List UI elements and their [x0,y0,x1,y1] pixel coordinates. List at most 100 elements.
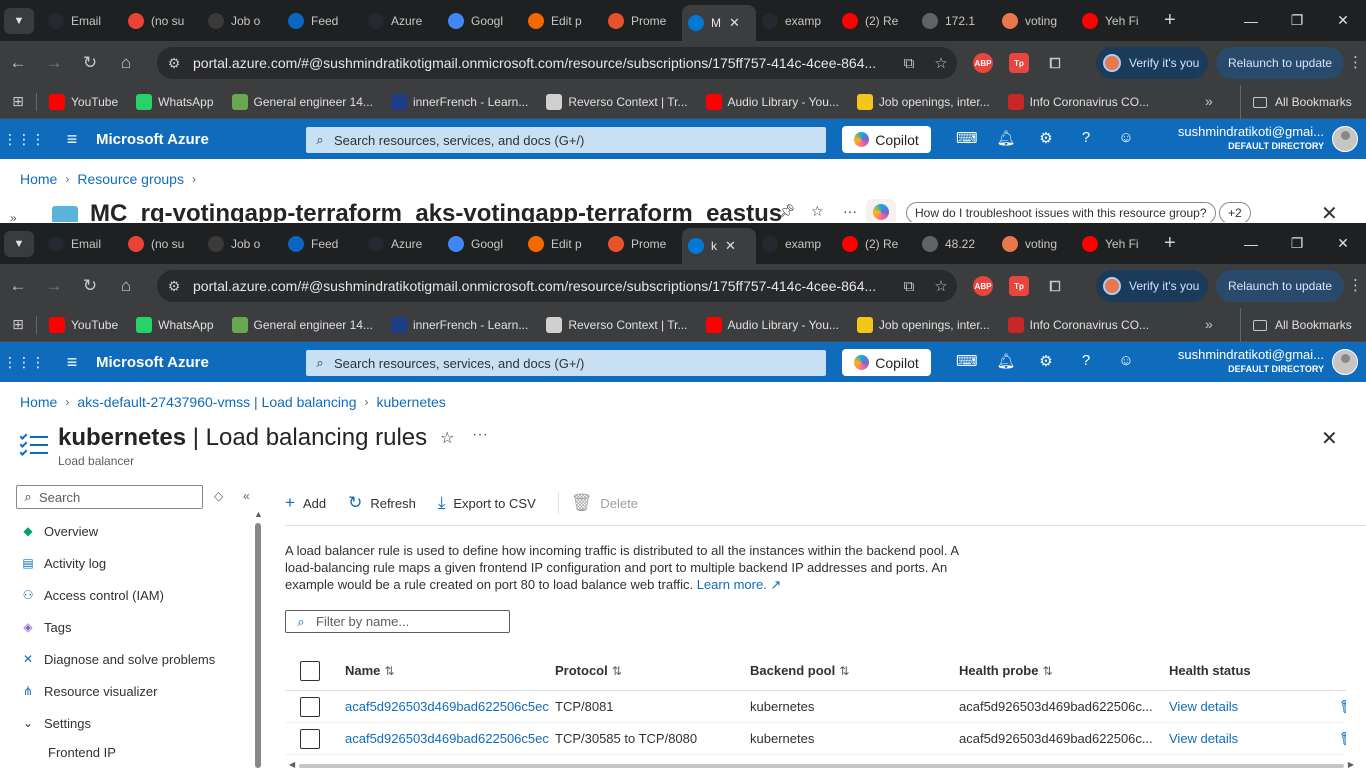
site-info-icon[interactable]: ⚙ [157,55,191,72]
bookmark-item[interactable]: YouTube [49,93,118,110]
breadcrumb-home[interactable]: Home [20,394,57,410]
menu-item-activity-log[interactable]: ▤ Activity log [20,547,250,579]
row-checkbox[interactable] [300,728,320,749]
waffle-menu-icon[interactable]: ⋮⋮⋮ [0,131,48,148]
copilot-suggestion-icon[interactable] [866,199,896,222]
browser-tab[interactable]: voting [996,228,1076,260]
learn-more-link[interactable]: Learn more. ↗ [697,577,782,592]
close-icon[interactable]: ✕ [1321,426,1338,451]
copilot-button[interactable]: Copilot [842,126,931,153]
browser-tab[interactable]: Yeh Fi [1076,228,1156,260]
browser-tab[interactable]: Email [42,5,122,37]
browser-tab[interactable]: Googl [442,5,522,37]
menu-item-diagnose-and-solve-problems[interactable]: ✕ Diagnose and solve problems [20,643,250,675]
browser-tab[interactable]: examp [756,5,836,37]
row-delete-icon[interactable]: 🗑︎ [1339,731,1346,747]
close-icon[interactable]: ✕ [1321,201,1338,222]
browser-tab[interactable]: M ✕ [682,5,756,41]
column-protocol[interactable]: Protocol ⇅ [555,663,750,678]
back-button[interactable]: ← [0,53,36,73]
forward-button[interactable]: → [36,53,72,73]
hamburger-menu-icon[interactable]: ≡ [48,129,96,150]
reload-button[interactable]: ↻ [72,53,108,73]
site-info-icon[interactable]: ⚙ [157,278,191,295]
more-options-icon[interactable]: ··· [472,426,488,444]
global-search-input[interactable]: ⌕ Search resources, services, and docs (G… [306,350,826,376]
select-all-checkbox[interactable] [300,660,320,681]
hamburger-menu-icon[interactable]: ≡ [48,352,96,373]
bookmark-item[interactable]: Audio Library - You... [705,93,839,110]
close-tab-icon[interactable]: ✕ [729,15,740,31]
browser-tab[interactable]: Prome [602,228,682,260]
breadcrumb-home[interactable]: Home [20,171,57,187]
help-icon[interactable]: ? [1076,129,1096,146]
bookmark-item[interactable]: WhatsApp [136,93,214,110]
bookmark-item[interactable]: General engineer 14... [231,316,373,333]
menu-search-input[interactable]: ⌕ Search [16,485,203,509]
cloud-shell-icon[interactable]: ⌨ [956,129,978,147]
verify-button[interactable]: Verify it's you [1096,270,1208,302]
browser-tab[interactable]: voting [996,5,1076,37]
delete-button[interactable]: 🗑︎ Delete [571,493,638,513]
address-bar[interactable]: ⚙ portal.azure.com/#@sushmindratikotigma… [157,47,957,79]
menu-item-tags[interactable]: ◈ Tags [20,611,250,643]
collapse-menu-icon[interactable]: « [243,489,250,503]
scrollbar-thumb[interactable] [255,523,261,768]
menu-item-settings[interactable]: ⌄ Settings [20,707,250,739]
bookmark-item[interactable]: YouTube [49,316,118,333]
all-bookmarks-button[interactable]: All Bookmarks [1240,308,1352,342]
browser-tab[interactable]: Job o [202,5,282,37]
export-csv-button[interactable]: ⤓ Export to CSV [438,493,536,513]
tp-extension-icon[interactable]: Tp [1009,53,1029,73]
copilot-button[interactable]: Copilot [842,349,931,376]
column-backend-pool[interactable]: Backend pool ⇅ [750,663,959,678]
breadcrumb-kubernetes[interactable]: kubernetes [377,394,446,410]
avatar[interactable] [1332,349,1358,375]
waffle-menu-icon[interactable]: ⋮⋮⋮ [0,354,48,371]
row-delete-icon[interactable]: 🗑︎ [1339,699,1346,715]
browser-tab[interactable]: Prome [602,5,682,37]
filter-input[interactable]: ⌕ Filter by name... [285,610,510,633]
bookmark-item[interactable]: Audio Library - You... [705,316,839,333]
maximize-button[interactable]: ❐ [1274,12,1320,29]
view-details-link[interactable]: View details [1169,731,1339,746]
browser-tab[interactable]: Azure [362,228,442,260]
minimize-button[interactable]: — [1228,13,1274,29]
browser-tab[interactable]: (2) Re [836,228,916,260]
all-bookmarks-button[interactable]: All Bookmarks [1240,85,1352,119]
bookmark-item[interactable]: Info Coronavirus CO... [1007,316,1149,333]
new-tab-button[interactable]: + [1164,232,1176,255]
more-suggestions-chip[interactable]: +2 [1219,202,1251,222]
home-button[interactable]: ⌂ [108,276,144,296]
favorite-star-icon[interactable]: ☆ [440,428,454,448]
browser-tab[interactable]: k ✕ [682,228,756,264]
close-window-button[interactable]: ✕ [1320,12,1366,29]
menu-item-overview[interactable]: ◆ Overview [20,515,250,547]
feedback-icon[interactable]: ☺ [1116,129,1136,146]
browser-tab[interactable]: Edit p [522,228,602,260]
cloud-shell-icon[interactable]: ⌨ [956,352,978,370]
bookmark-item[interactable]: Job openings, inter... [856,316,990,333]
help-icon[interactable]: ? [1076,352,1096,369]
browser-menu-icon[interactable]: ⋮ [1348,276,1363,294]
azure-brand[interactable]: Microsoft Azure [96,354,209,371]
browser-tab[interactable]: Yeh Fi [1076,5,1156,37]
verify-button[interactable]: Verify it's you [1096,47,1208,79]
row-checkbox[interactable] [300,696,320,717]
refresh-button[interactable]: ↻ Refresh [348,493,416,513]
scroll-right-icon[interactable]: ▶ [1348,760,1354,768]
account-menu[interactable]: sushmindratikoti@gmai... DEFAULT DIRECTO… [1178,347,1324,374]
relaunch-button[interactable]: Relaunch to update [1216,270,1344,302]
browser-tab[interactable]: Feed [282,5,362,37]
bookmark-star-icon[interactable]: ☆ [925,277,957,295]
reload-button[interactable]: ↻ [72,276,108,296]
close-tab-icon[interactable]: ✕ [725,238,736,254]
notifications-icon[interactable]: 🔔︎ [996,352,1016,370]
adblock-extension-icon[interactable]: ABP [973,276,993,296]
bookmark-star-icon[interactable]: ☆ [925,54,957,72]
add-button[interactable]: + Add [285,493,326,513]
menu-item-resource-visualizer[interactable]: ⋔ Resource visualizer [20,675,250,707]
table-horizontal-scrollbar[interactable]: ◀ ▶ [289,760,1354,768]
scroll-up-icon[interactable]: ▲ [254,509,263,519]
column-name[interactable]: Name ⇅ [345,663,555,678]
